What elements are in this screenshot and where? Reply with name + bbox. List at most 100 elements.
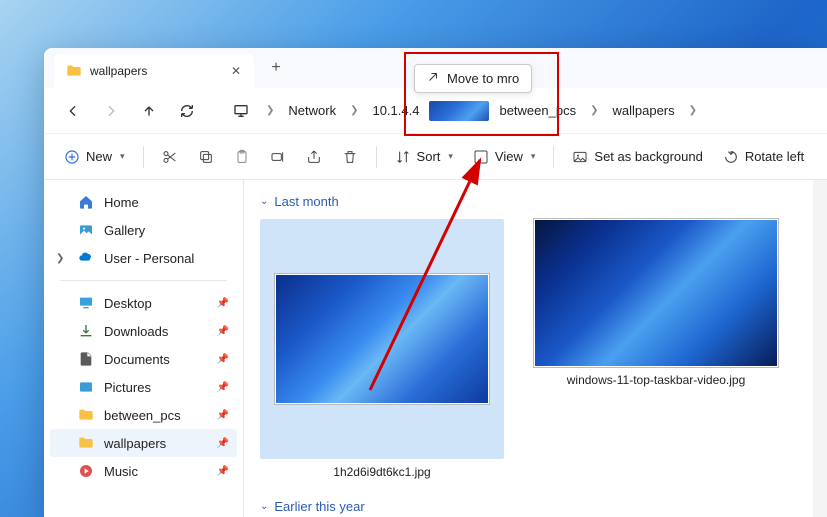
onedrive-icon: [78, 250, 94, 266]
rotate-left-label: Rotate left: [745, 149, 804, 164]
chevron-right-icon: ❯: [586, 105, 602, 116]
folder-icon: [78, 407, 94, 423]
desktop-icon: [78, 295, 94, 311]
pin-icon: 📌: [217, 382, 229, 393]
sidebar-item-gallery[interactable]: Gallery: [50, 216, 237, 244]
view-label: View: [495, 149, 523, 164]
sidebar-label: wallpapers: [104, 436, 166, 451]
toolbar: New ▾ Sort ▾ View ▾ Set as background Ro…: [44, 134, 827, 180]
tab-title: wallpapers: [90, 64, 220, 78]
sidebar-label: Home: [104, 195, 139, 210]
paste-button[interactable]: [226, 143, 258, 171]
scissors-icon: [162, 149, 178, 165]
sidebar-item-music[interactable]: Music 📌: [50, 457, 237, 485]
sort-button[interactable]: Sort ▾: [387, 143, 461, 171]
body: Home Gallery ❯ User - Personal Desktop 📌…: [44, 180, 827, 517]
music-icon: [78, 463, 94, 479]
plus-circle-icon: [64, 149, 80, 165]
sidebar-item-between-pcs[interactable]: between_pcs 📌: [50, 401, 237, 429]
pin-icon: 📌: [217, 326, 229, 337]
thumbnail-frame: [260, 219, 504, 459]
group-label: Last month: [274, 194, 338, 209]
chevron-down-icon: ⌄: [260, 501, 268, 512]
tab-wallpapers[interactable]: wallpapers ✕: [54, 54, 254, 89]
drag-tooltip-text: Move to mro: [447, 71, 519, 86]
thumbnail-image: [534, 219, 778, 367]
picture-icon: [572, 149, 588, 165]
items-row: 1h2d6i9dt6kc1.jpg windows-11-top-taskbar…: [260, 219, 811, 479]
new-tab-button[interactable]: +: [266, 59, 286, 77]
home-icon: [78, 194, 94, 210]
thumbnail-frame: [534, 219, 778, 367]
sidebar: Home Gallery ❯ User - Personal Desktop 📌…: [44, 180, 244, 517]
copy-button[interactable]: [190, 143, 222, 171]
pin-icon: 📌: [217, 410, 229, 421]
sidebar-label: Downloads: [104, 324, 168, 339]
file-item-1[interactable]: 1h2d6i9dt6kc1.jpg: [260, 219, 504, 479]
sidebar-item-downloads[interactable]: Downloads 📌: [50, 317, 237, 345]
documents-icon: [78, 351, 94, 367]
new-button[interactable]: New ▾: [56, 143, 133, 171]
sidebar-item-user[interactable]: ❯ User - Personal: [50, 244, 237, 272]
navbar: ❯ Network ❯ 10.1.4.4 between_pcs ❯ wallp…: [44, 88, 827, 134]
sidebar-label: User - Personal: [104, 251, 194, 266]
tab-close-button[interactable]: ✕: [228, 64, 244, 78]
share-button[interactable]: [298, 143, 330, 171]
chevron-down-icon: ⌄: [260, 196, 268, 207]
scrollbar[interactable]: [813, 180, 827, 517]
view-icon: [473, 149, 489, 165]
share-icon: [306, 149, 322, 165]
group-label: Earlier this year: [274, 499, 364, 514]
breadcrumb-network[interactable]: Network: [282, 99, 342, 122]
chevron-right-icon: ❯: [346, 105, 362, 116]
set-background-button[interactable]: Set as background: [564, 143, 710, 171]
breadcrumb-drag-thumb: [429, 101, 489, 121]
breadcrumb-between-pcs[interactable]: between_pcs: [493, 99, 582, 122]
rotate-left-button[interactable]: Rotate left: [715, 143, 812, 171]
rename-button[interactable]: [262, 143, 294, 171]
forward-button[interactable]: [94, 95, 128, 127]
cut-button[interactable]: [154, 143, 186, 171]
folder-icon: [78, 435, 94, 451]
view-button[interactable]: View ▾: [465, 143, 543, 171]
chevron-right-icon: ❯: [262, 105, 278, 116]
sort-label: Sort: [417, 149, 441, 164]
monitor-icon[interactable]: [224, 95, 258, 127]
sidebar-item-pictures[interactable]: Pictures 📌: [50, 373, 237, 401]
pin-icon: 📌: [217, 354, 229, 365]
delete-button[interactable]: [334, 143, 366, 171]
breadcrumb-ip[interactable]: 10.1.4.4: [366, 99, 425, 122]
group-header-last-month[interactable]: ⌄ Last month: [260, 194, 811, 209]
sidebar-label: Desktop: [104, 296, 152, 311]
up-button[interactable]: [132, 95, 166, 127]
chevron-down-icon: ▾: [120, 151, 125, 162]
file-explorer-window: wallpapers ✕ + ❯ Network ❯ 10.1.4.4 betw…: [44, 48, 827, 517]
separator: [60, 280, 227, 281]
back-button[interactable]: [56, 95, 90, 127]
sidebar-label: Documents: [104, 352, 170, 367]
chevron-right-icon: ❯: [685, 105, 701, 116]
new-label: New: [86, 149, 112, 164]
sidebar-item-home[interactable]: Home: [50, 188, 237, 216]
file-item-2[interactable]: windows-11-top-taskbar-video.jpg: [534, 219, 778, 479]
separator: [143, 146, 144, 168]
sidebar-item-documents[interactable]: Documents 📌: [50, 345, 237, 373]
sidebar-label: between_pcs: [104, 408, 181, 423]
folder-icon: [66, 63, 82, 79]
pin-icon: 📌: [217, 466, 229, 477]
breadcrumb-wallpapers[interactable]: wallpapers: [606, 99, 680, 122]
chevron-right-icon[interactable]: ❯: [56, 253, 64, 264]
sidebar-label: Music: [104, 464, 138, 479]
thumbnail-image: [275, 274, 489, 404]
chevron-down-icon: ▾: [448, 151, 453, 162]
set-background-label: Set as background: [594, 149, 702, 164]
rename-icon: [270, 149, 286, 165]
pin-icon: 📌: [217, 298, 229, 309]
sidebar-item-desktop[interactable]: Desktop 📌: [50, 289, 237, 317]
sidebar-label: Gallery: [104, 223, 145, 238]
downloads-icon: [78, 323, 94, 339]
refresh-button[interactable]: [170, 95, 204, 127]
sidebar-item-wallpapers[interactable]: wallpapers 📌: [50, 429, 237, 457]
group-header-earlier-this-year[interactable]: ⌄ Earlier this year: [260, 499, 811, 514]
file-name: 1h2d6i9dt6kc1.jpg: [333, 465, 430, 479]
